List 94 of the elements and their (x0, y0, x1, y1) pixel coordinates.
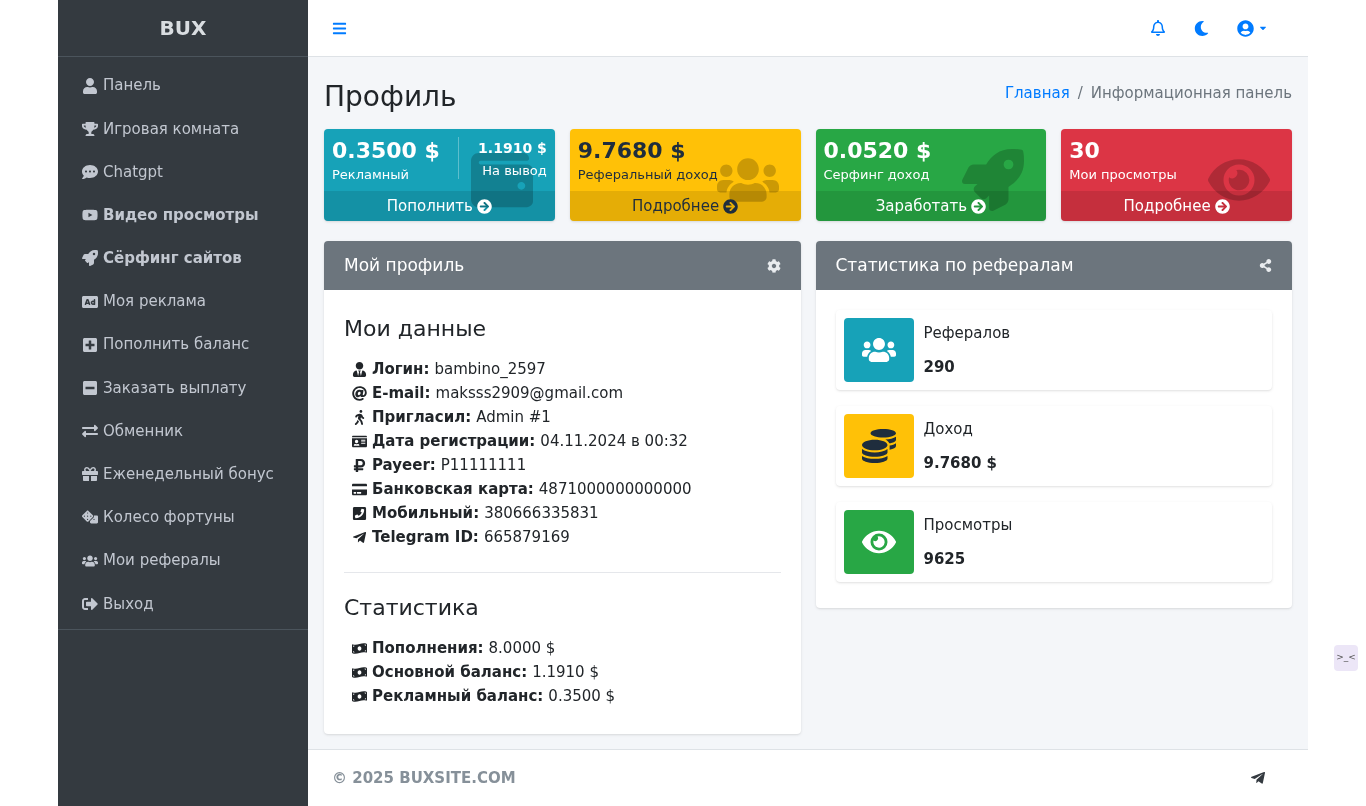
sidebar-item[interactable]: Видео просмотры (58, 193, 308, 237)
field-value: 665879169 (483, 526, 570, 548)
field-value: 380666335831 (484, 502, 599, 524)
current-page-label: Информационная панель (1090, 82, 1292, 104)
credit-card-icon (352, 481, 367, 497)
box-footer-link[interactable]: Пополнить (324, 191, 555, 221)
field-label: Telegram ID: (372, 526, 479, 548)
stat-label: Основной баланс: (372, 661, 528, 683)
money-icon (352, 688, 367, 704)
gift-icon (82, 466, 98, 483)
sidebar-item[interactable]: Колесо фортуны (58, 495, 308, 540)
field-label: Логин: (372, 358, 430, 380)
field-value: maksss2909@gmail.com (435, 382, 624, 404)
info-box-label: Просмотры (923, 514, 1013, 536)
share-icon[interactable] (1259, 259, 1272, 272)
user-menu-button[interactable] (1237, 19, 1268, 37)
field-value: 04.11.2024 в 00:32 (540, 430, 688, 452)
stat-label: Пополнения: (372, 637, 484, 659)
box-label: Рекламный (332, 165, 410, 184)
settings-icon[interactable] (766, 258, 781, 273)
ad-icon (82, 293, 98, 310)
phone-icon (352, 505, 367, 521)
box-label: На вывод (482, 161, 547, 180)
trophy-icon (82, 120, 98, 137)
box-value: 0.3500 $ (332, 137, 440, 165)
ruble-sign-icon (352, 457, 367, 473)
field-label: E-mail: (372, 382, 431, 404)
paper-plane-icon[interactable] (1250, 770, 1266, 786)
rocket-icon (82, 250, 98, 267)
box-footer-link[interactable]: Подробнее (1061, 191, 1292, 221)
sidebar-item[interactable]: Панель (58, 64, 308, 108)
paper-plane-icon (352, 529, 367, 545)
menu-icon[interactable] (332, 20, 347, 36)
box-value: 30 (1069, 137, 1101, 165)
breadcrumb-link[interactable]: Главная (1004, 81, 1070, 105)
sidebar-item[interactable]: Chatgpt (58, 150, 308, 194)
sign-out-icon (82, 595, 98, 612)
info-box-label: Рефералов (923, 322, 1011, 344)
box-value: 9.7680 $ (577, 137, 687, 165)
field-label: Мобильный: (372, 502, 480, 524)
info-box-value: 9.7680 $ (923, 453, 998, 474)
sidebar-item[interactable]: Выход (58, 582, 308, 626)
box-label: Мои просмотры (1069, 165, 1177, 184)
info-box-value: 9625 (923, 549, 967, 570)
box-label: Серфинг доход (823, 165, 931, 184)
exchange-arrows-icon (82, 423, 98, 440)
sidebar-item[interactable]: Заказать выплату (58, 366, 308, 410)
user-avatar-icon (1237, 19, 1254, 37)
section-heading: Статистика (344, 594, 480, 622)
chat-bubble-icon (82, 163, 98, 180)
walking-person-icon (352, 409, 367, 425)
sidebar-item[interactable]: Мои рефералы (58, 539, 308, 583)
field-label: Пригласил: (372, 406, 472, 428)
sidebar-item[interactable]: Сёрфинг сайтов (58, 236, 308, 280)
box-value: 0.0520 $ (823, 137, 932, 165)
moon-icon[interactable] (1194, 20, 1209, 36)
box-footer-link[interactable]: Заработать (815, 191, 1047, 221)
money-icon (352, 664, 367, 680)
card-title: Статистика по рефералам (835, 253, 1074, 277)
brand-logo-text[interactable]: BUX (159, 13, 207, 43)
bell-icon[interactable] (1150, 20, 1166, 36)
coins-icon (861, 429, 896, 463)
at-sign-icon (352, 385, 367, 401)
page-title: Профиль (324, 83, 457, 111)
box-label: Реферальный доход (577, 165, 718, 184)
stat-value: 8.0000 $ (488, 637, 556, 659)
field-value: bambino_2597 (434, 358, 546, 380)
money-icon (352, 640, 367, 656)
field-label: Банковская карта: (372, 478, 534, 500)
box-footer-link[interactable]: Подробнее (569, 191, 801, 221)
breadcrumb-separator: / (1077, 82, 1083, 104)
dice-icon (82, 509, 98, 526)
card-title: Мой профиль (344, 253, 465, 277)
field-value: Admin #1 (476, 406, 551, 428)
field-label: Payeer: (372, 454, 436, 476)
user-icon (82, 77, 98, 94)
field-value: P11111111 (440, 454, 527, 476)
stat-value: 1.1910 $ (532, 661, 599, 683)
id-card-icon (352, 433, 367, 449)
sidebar-item[interactable]: Пополнить баланс (58, 323, 308, 367)
stat-label: Рекламный баланс: (372, 685, 544, 707)
stat-value: 0.3500 $ (548, 685, 616, 707)
sidebar-item[interactable]: Еженедельный бонус (58, 452, 308, 496)
field-value: 4871000000000000 (538, 478, 692, 500)
user-icon (352, 361, 367, 377)
box-value: 1.1910 $ (478, 140, 547, 158)
info-box-label: Доход (923, 418, 974, 440)
sidebar-item[interactable]: Обменник (58, 409, 308, 453)
section-heading: Мои данные (344, 315, 488, 343)
sidebar-item[interactable]: Игровая комната (58, 107, 308, 151)
info-box-value: 290 (923, 357, 956, 378)
footer-copyright: © 2025 BUXSITE.COM (332, 767, 516, 789)
sidebar-item[interactable]: Моя реклама (58, 279, 308, 324)
field-label: Дата регистрации: (372, 430, 536, 452)
